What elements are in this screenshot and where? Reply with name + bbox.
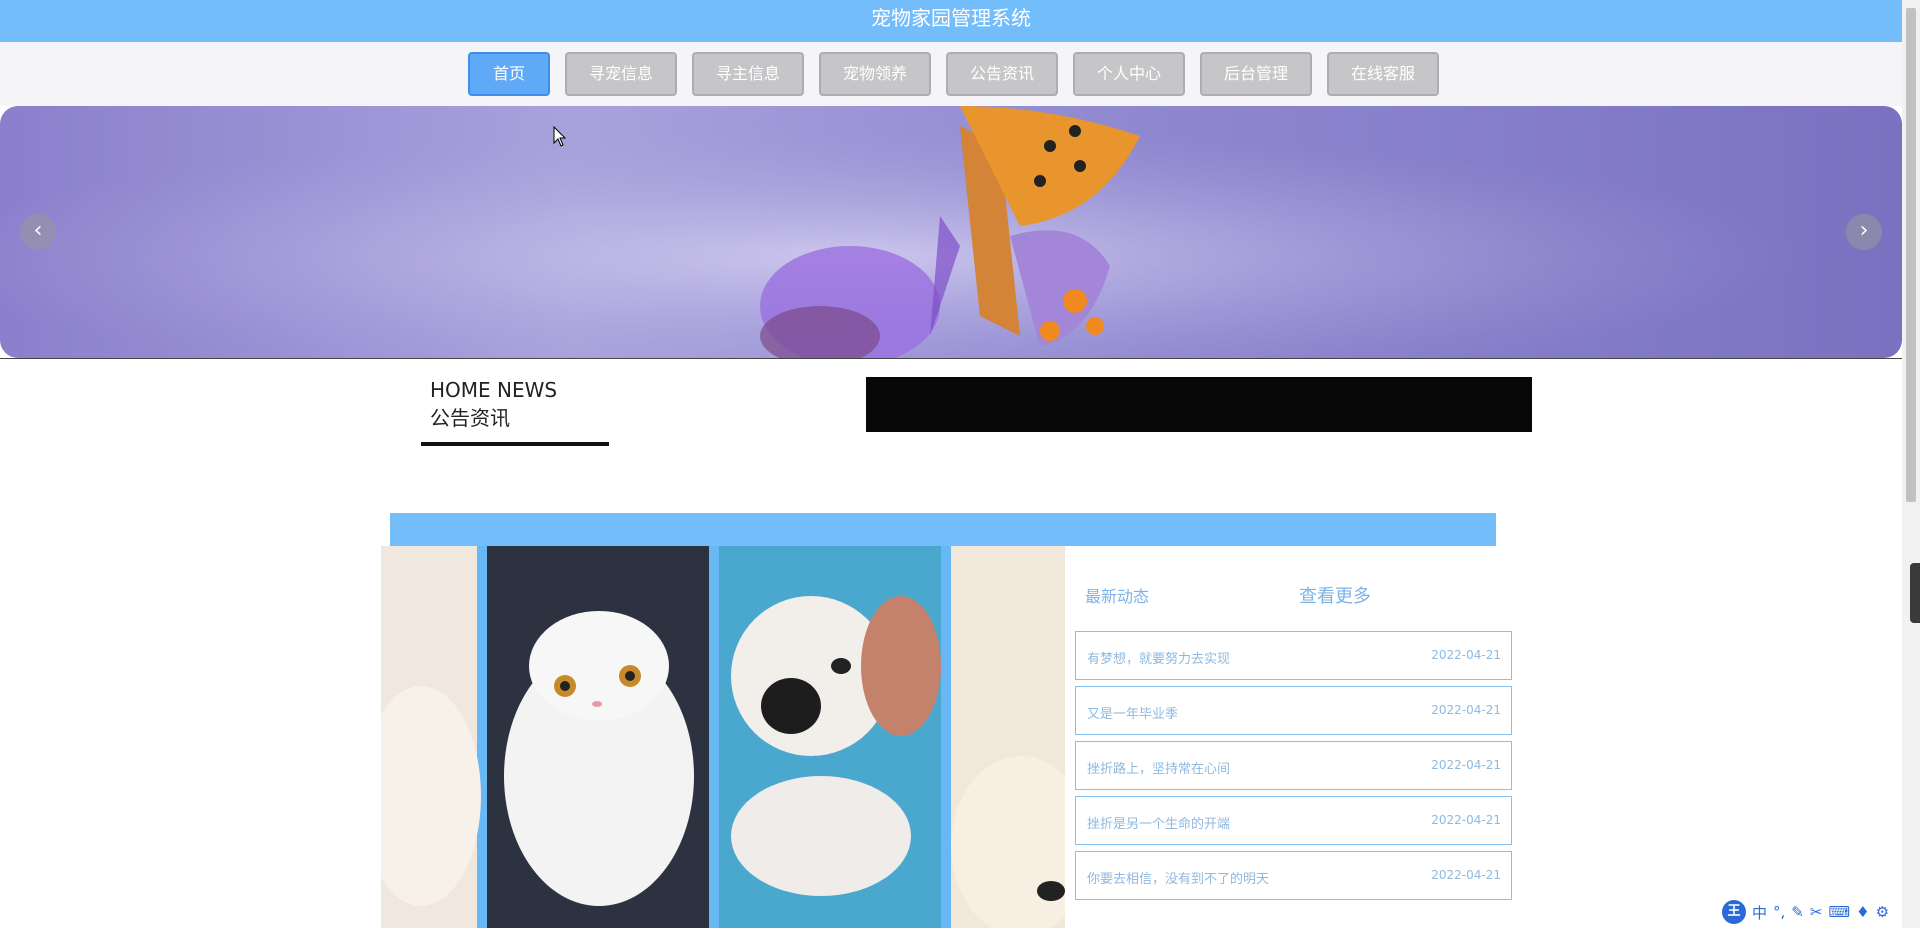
scissors-icon[interactable]: ✂ bbox=[1810, 903, 1823, 921]
view-more-link[interactable]: 查看更多 bbox=[1299, 582, 1371, 608]
ime-language-toggle[interactable]: 中 bbox=[1752, 902, 1767, 923]
main-nav: 首页 寻宠信息 寻主信息 宠物领养 公告资讯 个人中心 后台管理 在线客服 bbox=[468, 52, 1439, 96]
latest-news-title: 最新动态 bbox=[1085, 587, 1150, 606]
nav-adoption[interactable]: 宠物领养 bbox=[819, 52, 931, 96]
nav-found-pets[interactable]: 寻主信息 bbox=[692, 52, 804, 96]
chevron-left-icon: ‹ bbox=[33, 218, 43, 243]
pet-photo-strip bbox=[381, 546, 1065, 928]
heading-underline bbox=[421, 442, 609, 446]
ime-logo-icon[interactable]: 王 bbox=[1722, 900, 1746, 924]
news-title: 有梦想，就要努力去实现 bbox=[1087, 652, 1231, 667]
list-item[interactable]: 挫折路上，坚持常在心间 2022-04-21 bbox=[1075, 741, 1512, 790]
carousel-prev-button[interactable]: ‹ bbox=[20, 214, 56, 250]
news-heading-en: HOME NEWS bbox=[430, 378, 558, 402]
pen-icon[interactable]: ✎ bbox=[1791, 903, 1804, 921]
side-floating-tab[interactable] bbox=[1910, 563, 1920, 623]
nav-online-service[interactable]: 在线客服 bbox=[1327, 52, 1439, 96]
nav-personal-center[interactable]: 个人中心 bbox=[1073, 52, 1185, 96]
nav-admin[interactable]: 后台管理 bbox=[1200, 52, 1312, 96]
nav-announcements[interactable]: 公告资讯 bbox=[946, 52, 1058, 96]
news-title: 挫折路上，坚持常在心间 bbox=[1087, 762, 1231, 777]
black-placeholder-box bbox=[866, 377, 1532, 432]
news-blue-strip bbox=[390, 513, 1496, 546]
news-date: 2022-04-21 bbox=[1431, 758, 1501, 772]
keyboard-icon[interactable]: ⌨ bbox=[1828, 903, 1850, 921]
list-item[interactable]: 你要去相信，没有到不了的明天 2022-04-21 bbox=[1075, 851, 1512, 900]
ime-toolbar: 王 中 °, ✎ ✂ ⌨ ♦ ⚙ bbox=[1722, 900, 1889, 924]
chevron-right-icon: › bbox=[1859, 218, 1869, 243]
news-title: 你要去相信，没有到不了的明天 bbox=[1087, 872, 1270, 887]
carousel-banner[interactable] bbox=[0, 106, 1902, 358]
butterfly-image bbox=[0, 106, 1902, 358]
list-item[interactable]: 有梦想，就要努力去实现 2022-04-21 bbox=[1075, 631, 1512, 680]
nav-home[interactable]: 首页 bbox=[468, 52, 550, 96]
carousel-next-button[interactable]: › bbox=[1846, 214, 1882, 250]
site-title: 宠物家园管理系统 bbox=[871, 6, 1031, 30]
mouse-cursor-icon bbox=[553, 126, 567, 147]
news-title: 挫折是另一个生命的开端 bbox=[1087, 817, 1231, 832]
punctuation-icon[interactable]: °, bbox=[1773, 903, 1785, 921]
nav-lost-pets[interactable]: 寻宠信息 bbox=[565, 52, 677, 96]
news-date: 2022-04-21 bbox=[1431, 868, 1501, 882]
scrollbar[interactable] bbox=[1902, 0, 1920, 928]
news-heading-cn: 公告资讯 bbox=[430, 406, 510, 430]
news-date: 2022-04-21 bbox=[1431, 813, 1501, 827]
shirt-icon[interactable]: ♦ bbox=[1856, 903, 1869, 921]
section-divider bbox=[0, 358, 1902, 359]
news-section-heading: HOME NEWS 公告资讯 bbox=[430, 376, 557, 432]
site-header: 宠物家园管理系统 bbox=[0, 0, 1902, 42]
list-item[interactable]: 又是一年毕业季 2022-04-21 bbox=[1075, 686, 1512, 735]
news-date: 2022-04-21 bbox=[1431, 648, 1501, 662]
gear-icon[interactable]: ⚙ bbox=[1876, 903, 1889, 921]
list-item[interactable]: 挫折是另一个生命的开端 2022-04-21 bbox=[1075, 796, 1512, 845]
news-date: 2022-04-21 bbox=[1431, 703, 1501, 717]
news-title: 又是一年毕业季 bbox=[1087, 707, 1179, 722]
news-list: 有梦想，就要努力去实现 2022-04-21 又是一年毕业季 2022-04-2… bbox=[1075, 631, 1512, 906]
scrollbar-thumb[interactable] bbox=[1906, 8, 1916, 502]
